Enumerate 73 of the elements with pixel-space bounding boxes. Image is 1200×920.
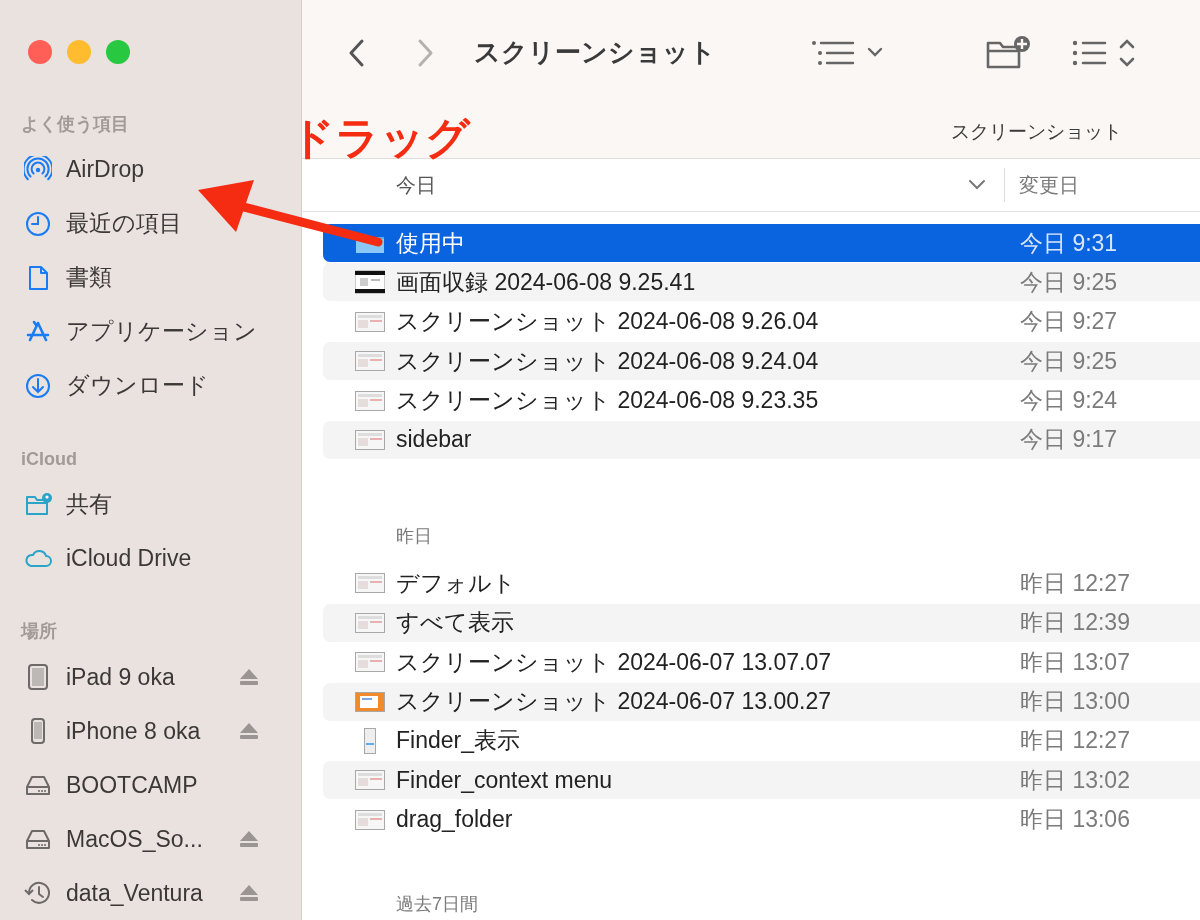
file-name: Finder_表示 bbox=[396, 726, 520, 756]
file-name: スクリーンショット 2024-06-08 9.24.04 bbox=[396, 346, 819, 376]
sidebar-item[interactable]: iPhone 8 oka bbox=[66, 717, 201, 745]
modified-date: 昨日 12:39 bbox=[1020, 608, 1131, 638]
sidebar-item[interactable]: 共有 bbox=[66, 489, 112, 521]
sidebar-item[interactable]: アプリケーション bbox=[66, 316, 257, 348]
sidebar-heading: 場所 bbox=[21, 620, 58, 644]
sidebar-item[interactable]: iPad 9 oka bbox=[66, 663, 175, 691]
chevron-down-icon[interactable] bbox=[968, 179, 986, 191]
minimize-button[interactable] bbox=[67, 40, 91, 64]
video-thumbnail-icon bbox=[355, 269, 385, 296]
group-header: 今日 bbox=[396, 172, 436, 198]
file-row[interactable]: drag_folder 昨日 13:06 bbox=[323, 800, 1200, 839]
modified-date: 今日 9:25 bbox=[1020, 267, 1119, 297]
file-name: スクリーンショット 2024-06-07 13.00.27 bbox=[396, 687, 831, 716]
file-row[interactable]: 画面収録 2024-06-08 9.25.41 今日 9:25 bbox=[323, 263, 1200, 302]
eject-icon[interactable] bbox=[239, 884, 259, 903]
sidebar-heading: よく使う項目 bbox=[21, 113, 130, 136]
sidebar-item[interactable]: 最近の項目 bbox=[66, 208, 182, 240]
modified-date: 今日 9:31 bbox=[1020, 228, 1119, 258]
column-header[interactable]: 変更日 bbox=[1005, 171, 1200, 199]
close-button[interactable] bbox=[28, 40, 52, 64]
modified-date: 今日 9:17 bbox=[1020, 425, 1119, 455]
file-name: sidebar bbox=[396, 426, 472, 454]
file-name: Finder_context menu bbox=[396, 766, 613, 794]
file-row[interactable]: スクリーンショット 2024-06-07 13.00.27 昨日 13:00 bbox=[323, 682, 1200, 721]
file-row[interactable]: sidebar 今日 9:17 bbox=[323, 420, 1200, 459]
file-row[interactable]: デフォルト 昨日 12:27 bbox=[323, 564, 1200, 603]
sidebar-item[interactable]: AirDrop bbox=[66, 156, 144, 184]
file-name: 画面収録 2024-06-08 9.25.41 bbox=[396, 267, 696, 297]
eject-icon[interactable] bbox=[239, 668, 259, 687]
sidebar-item[interactable]: BOOTCAMP bbox=[66, 771, 198, 799]
sidebar-item[interactable]: 書類 bbox=[66, 262, 112, 294]
window-title: スクリーンショット bbox=[474, 36, 716, 69]
modified-date: 今日 9:24 bbox=[1020, 386, 1119, 416]
sidebar-item[interactable]: data_Ventura bbox=[66, 879, 203, 907]
file-name: スクリーンショット 2024-06-08 9.23.35 bbox=[396, 386, 819, 416]
modified-date: 昨日 12:27 bbox=[1020, 726, 1131, 756]
zoom-button[interactable] bbox=[106, 40, 130, 64]
file-row[interactable]: Finder_context menu 昨日 13:02 bbox=[323, 761, 1200, 800]
file-name: 使用中 bbox=[396, 228, 465, 258]
file-row[interactable]: スクリーンショット 2024-06-08 9.24.04 今日 9:25 bbox=[323, 342, 1200, 381]
download-icon bbox=[24, 371, 52, 400]
modified-date: 昨日 13:06 bbox=[1020, 805, 1131, 835]
file-row[interactable]: すべて表示 昨日 12:39 bbox=[323, 603, 1200, 642]
file-name: スクリーンショット 2024-06-07 13.07.07 bbox=[396, 647, 831, 677]
sidebar-item[interactable]: iCloud Drive bbox=[66, 545, 192, 572]
clock-icon bbox=[24, 209, 52, 238]
file-row[interactable]: スクリーンショット 2024-06-07 13.07.07 昨日 13:07 bbox=[323, 643, 1200, 682]
file-name: デフォルト bbox=[396, 568, 516, 598]
new-folder-icon[interactable] bbox=[985, 34, 1031, 71]
modified-date: 昨日 13:00 bbox=[1020, 687, 1131, 716]
modified-date: 昨日 12:27 bbox=[1020, 568, 1131, 598]
modified-date: 昨日 13:02 bbox=[1020, 765, 1131, 795]
sidebar-heading: iCloud bbox=[21, 447, 78, 471]
file-row[interactable]: スクリーンショット 2024-06-08 9.23.35 今日 9:24 bbox=[323, 381, 1200, 420]
group-heading: 昨日 bbox=[395, 525, 433, 549]
file-name: drag_folder bbox=[396, 806, 513, 834]
modified-date: 今日 9:25 bbox=[1020, 346, 1119, 376]
modified-date: 昨日 13:07 bbox=[1020, 647, 1131, 677]
group-heading: 過去7日間 bbox=[395, 893, 479, 917]
file-row[interactable]: 使用中 今日 9:31 bbox=[323, 224, 1200, 262]
file-name: スクリーンショット 2024-06-08 9.26.04 bbox=[396, 307, 819, 337]
file-row[interactable]: スクリーンショット 2024-06-08 9.26.04 今日 9:27 bbox=[323, 302, 1200, 341]
eject-icon[interactable] bbox=[239, 830, 259, 849]
annotation-label: ドラッグ bbox=[290, 116, 470, 160]
modified-date: 今日 9:27 bbox=[1020, 307, 1119, 337]
path-label: スクリーンショット bbox=[951, 120, 1122, 144]
file-row[interactable]: Finder_表示 昨日 12:27 bbox=[323, 721, 1200, 760]
sidebar-item[interactable]: MacOS_So... bbox=[66, 825, 203, 853]
eject-icon[interactable] bbox=[239, 722, 259, 741]
sidebar-item[interactable]: ダウンロード bbox=[66, 370, 209, 402]
file-name: すべて表示 bbox=[396, 608, 514, 638]
